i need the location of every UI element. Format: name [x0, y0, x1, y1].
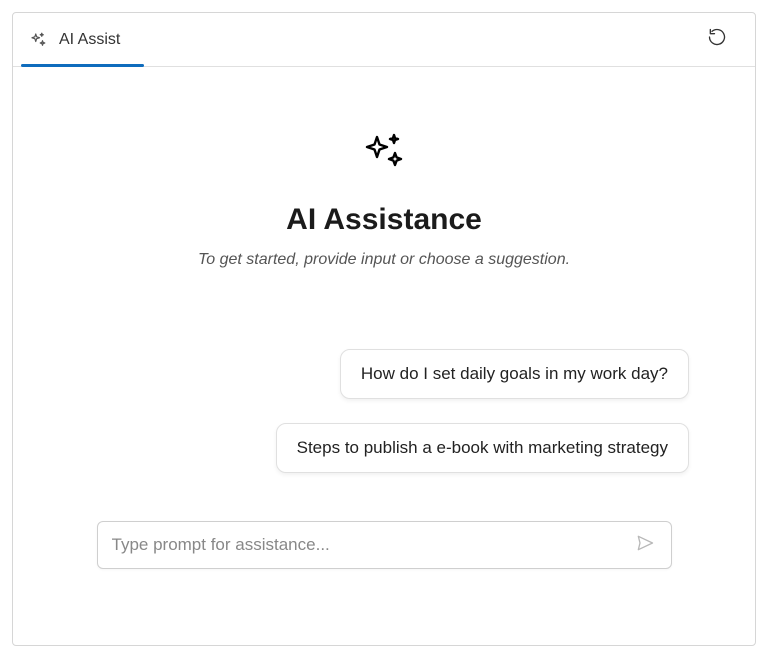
sparkle-hero-icon — [360, 127, 408, 175]
ai-assist-panel: AI Assist AI Assistance To get started, … — [12, 12, 756, 646]
tab-bar: AI Assist — [13, 13, 755, 67]
tab-ai-assist[interactable]: AI Assist — [13, 13, 136, 66]
page-subtitle: To get started, provide input or choose … — [198, 251, 570, 269]
prompt-input[interactable] — [112, 535, 629, 555]
sparkle-icon — [29, 31, 47, 49]
send-button[interactable] — [629, 529, 661, 561]
refresh-button[interactable] — [699, 22, 735, 58]
send-icon — [635, 533, 655, 558]
suggestions-list: How do I set daily goals in my work day?… — [53, 349, 715, 473]
suggestion-item[interactable]: Steps to publish a e-book with marketing… — [276, 423, 689, 473]
tab-label: AI Assist — [59, 31, 120, 49]
page-title: AI Assistance — [286, 203, 482, 237]
refresh-icon — [707, 27, 727, 52]
content-area: AI Assistance To get started, provide in… — [13, 67, 755, 645]
prompt-input-row — [97, 521, 672, 569]
suggestion-item[interactable]: How do I set daily goals in my work day? — [340, 349, 689, 399]
